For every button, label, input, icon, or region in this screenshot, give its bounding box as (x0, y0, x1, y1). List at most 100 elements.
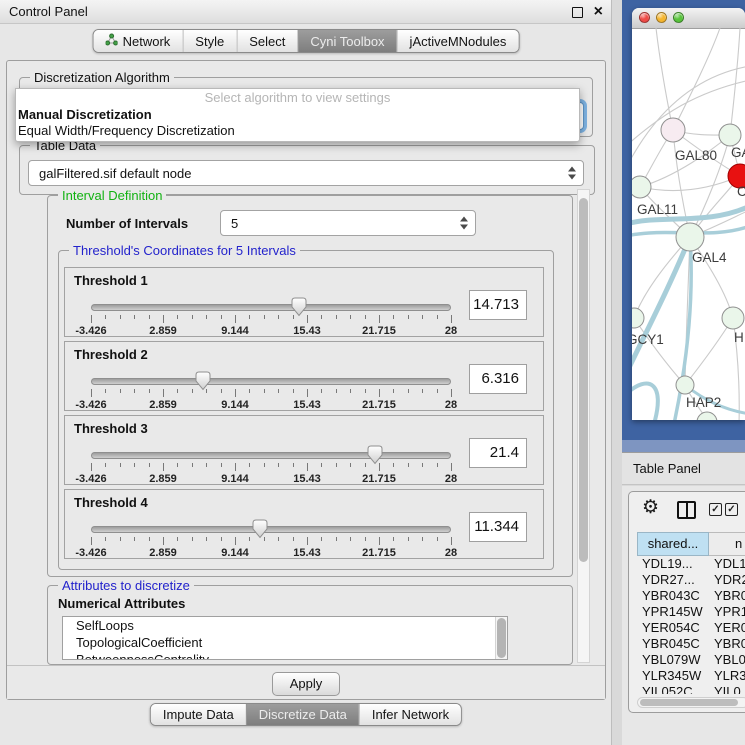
zoom-traffic-light-icon[interactable] (673, 12, 684, 23)
network-edge[interactable] (640, 176, 740, 191)
table-row[interactable]: YER054CYER0 (637, 620, 745, 636)
cell-name: YIL0 (709, 684, 745, 694)
tick-mark (192, 389, 193, 393)
tick-mark (336, 537, 337, 541)
table-data-select[interactable]: galFiltered.sif default node (28, 160, 584, 186)
threshold-4-value-field[interactable]: 11.344 (469, 512, 527, 542)
tab-style[interactable]: Style (182, 30, 236, 52)
network-node[interactable] (676, 376, 694, 394)
network-canvas[interactable]: GAL80GAGAL11GAL4GCY1HHAP2C (632, 28, 745, 420)
settings-scrollbar-thumb[interactable] (579, 198, 588, 562)
tick-mark (120, 315, 121, 319)
slider-thumb[interactable] (252, 519, 268, 539)
algorithm-option-manual-discretization[interactable]: Manual Discretization (16, 107, 579, 123)
tick-label: -3.426 (75, 547, 106, 559)
tick-mark (249, 389, 250, 393)
tick-label: 15.43 (293, 325, 321, 337)
network-edge[interactable] (656, 28, 673, 130)
network-node[interactable] (661, 118, 685, 142)
threshold-1-value-field[interactable]: 14.713 (469, 290, 527, 320)
table-row[interactable]: YPR145WYPR1 (637, 604, 745, 620)
tab-select[interactable]: Select (236, 30, 297, 52)
settings-scrollbar[interactable] (577, 189, 590, 663)
tab-cyni-toolbox[interactable]: Cyni Toolbox (297, 30, 396, 52)
slider-thumb[interactable] (195, 371, 211, 391)
cell-name: YDR2 (709, 572, 745, 588)
network-node[interactable] (676, 223, 704, 251)
algorithm-option-equal-width-frequency-discretization[interactable]: Equal Width/Frequency Discretization (16, 123, 579, 139)
network-edge[interactable] (730, 28, 740, 135)
checkbox-icon[interactable]: ✓ (725, 503, 738, 516)
list-scrollbar[interactable] (495, 617, 507, 659)
slider-thumb[interactable] (367, 445, 383, 465)
minimize-traffic-light-icon[interactable] (656, 12, 667, 23)
tick-mark (437, 537, 438, 541)
split-columns-icon[interactable] (677, 501, 696, 519)
float-window-icon[interactable] (572, 7, 583, 18)
tab-infer-network[interactable]: Infer Network (359, 704, 461, 725)
tick-mark (192, 463, 193, 467)
table-row[interactable]: YLR345WYLR3 (637, 668, 745, 684)
table-row[interactable]: YBR043CYBR0 (637, 588, 745, 604)
attribute-item-selfloops[interactable]: SelfLoops (63, 617, 507, 634)
threshold-4-slider[interactable]: -3.4262.8599.14415.4321.71528 (91, 518, 451, 558)
network-node[interactable] (722, 307, 744, 329)
slider-track[interactable] (91, 452, 451, 459)
threshold-2-value-field[interactable]: 6.316 (469, 364, 527, 394)
slider-track[interactable] (91, 378, 451, 385)
network-node-label: GAL4 (692, 250, 727, 265)
tick-label: -3.426 (75, 399, 106, 411)
slider-track[interactable] (91, 526, 451, 533)
slider-track[interactable] (91, 304, 451, 311)
network-node[interactable] (719, 124, 741, 146)
network-edge-thick[interactable] (632, 237, 690, 374)
table-row[interactable]: YBL079WYBL0 (637, 652, 745, 668)
tick-mark (393, 537, 394, 541)
tick-mark (221, 537, 222, 541)
close-window-icon[interactable]: × (594, 0, 603, 23)
network-edge[interactable] (634, 318, 685, 385)
table-horizontal-scrollbar[interactable] (637, 697, 745, 708)
threshold-1-slider[interactable]: -3.4262.8599.14415.4321.71528 (91, 296, 451, 336)
table-row[interactable]: YDL19...YDL1 (637, 556, 745, 572)
tick-mark (408, 389, 409, 393)
close-traffic-light-icon[interactable] (639, 12, 650, 23)
network-window[interactable]: GAL80GAGAL11GAL4GCY1HHAP2C (632, 8, 745, 420)
tick-mark (350, 315, 351, 319)
network-node[interactable] (632, 308, 644, 328)
checkbox-icon[interactable]: ✓ (709, 503, 722, 516)
list-scrollbar-thumb[interactable] (497, 618, 506, 658)
tab-network[interactable]: Network (94, 30, 183, 52)
table-row[interactable]: YBR045CYBR0 (637, 636, 745, 652)
network-edge[interactable] (673, 28, 720, 130)
table-scrollbar-thumb[interactable] (640, 699, 738, 706)
slider-thumb[interactable] (291, 297, 307, 317)
tab-discretize-data[interactable]: Discretize Data (246, 704, 359, 725)
network-edge-thick[interactable] (632, 384, 658, 420)
tick-mark (437, 463, 438, 467)
tab-jactivemnodules[interactable]: jActiveMNodules (397, 30, 519, 52)
gear-icon[interactable]: ⚙ (642, 497, 659, 519)
column-header-shared-name[interactable]: shared... (637, 532, 709, 556)
number-of-intervals-select[interactable]: 5 (220, 210, 476, 236)
tab-impute-data[interactable]: Impute Data (151, 704, 246, 725)
table-row[interactable]: YIL052CYIL0 (637, 684, 745, 694)
network-edge[interactable] (685, 318, 733, 385)
attribute-item-topologicalcoefficient[interactable]: TopologicalCoefficient (63, 634, 507, 651)
threshold-3-value-field[interactable]: 21.4 (469, 438, 527, 468)
network-edge[interactable] (634, 237, 690, 318)
threshold-2-slider[interactable]: -3.4262.8599.14415.4321.71528 (91, 370, 451, 410)
network-node[interactable] (697, 412, 717, 420)
table-panel-area: ⚙ ✓ ✓ shared... n YDL19...YDL1YDR27...YD… (622, 486, 745, 745)
network-node[interactable] (632, 176, 651, 198)
attribute-item-betweennesscentrality[interactable]: BetweennessCentrality (63, 651, 507, 660)
numerical-attributes-list[interactable]: SelfLoopsTopologicalCoefficientBetweenne… (62, 616, 508, 660)
tab-label: Select (249, 34, 285, 49)
column-header-name[interactable]: n (709, 532, 745, 556)
table-row[interactable]: YDR27...YDR2 (637, 572, 745, 588)
apply-button[interactable]: Apply (272, 672, 340, 696)
threshold-3-slider[interactable]: -3.4262.8599.14415.4321.71528 (91, 444, 451, 484)
attributes-group-label: Attributes to discretize (58, 578, 194, 593)
attributes-group: Attributes to discretize Numerical Attri… (47, 585, 573, 665)
cell-name: YBR0 (709, 636, 745, 652)
